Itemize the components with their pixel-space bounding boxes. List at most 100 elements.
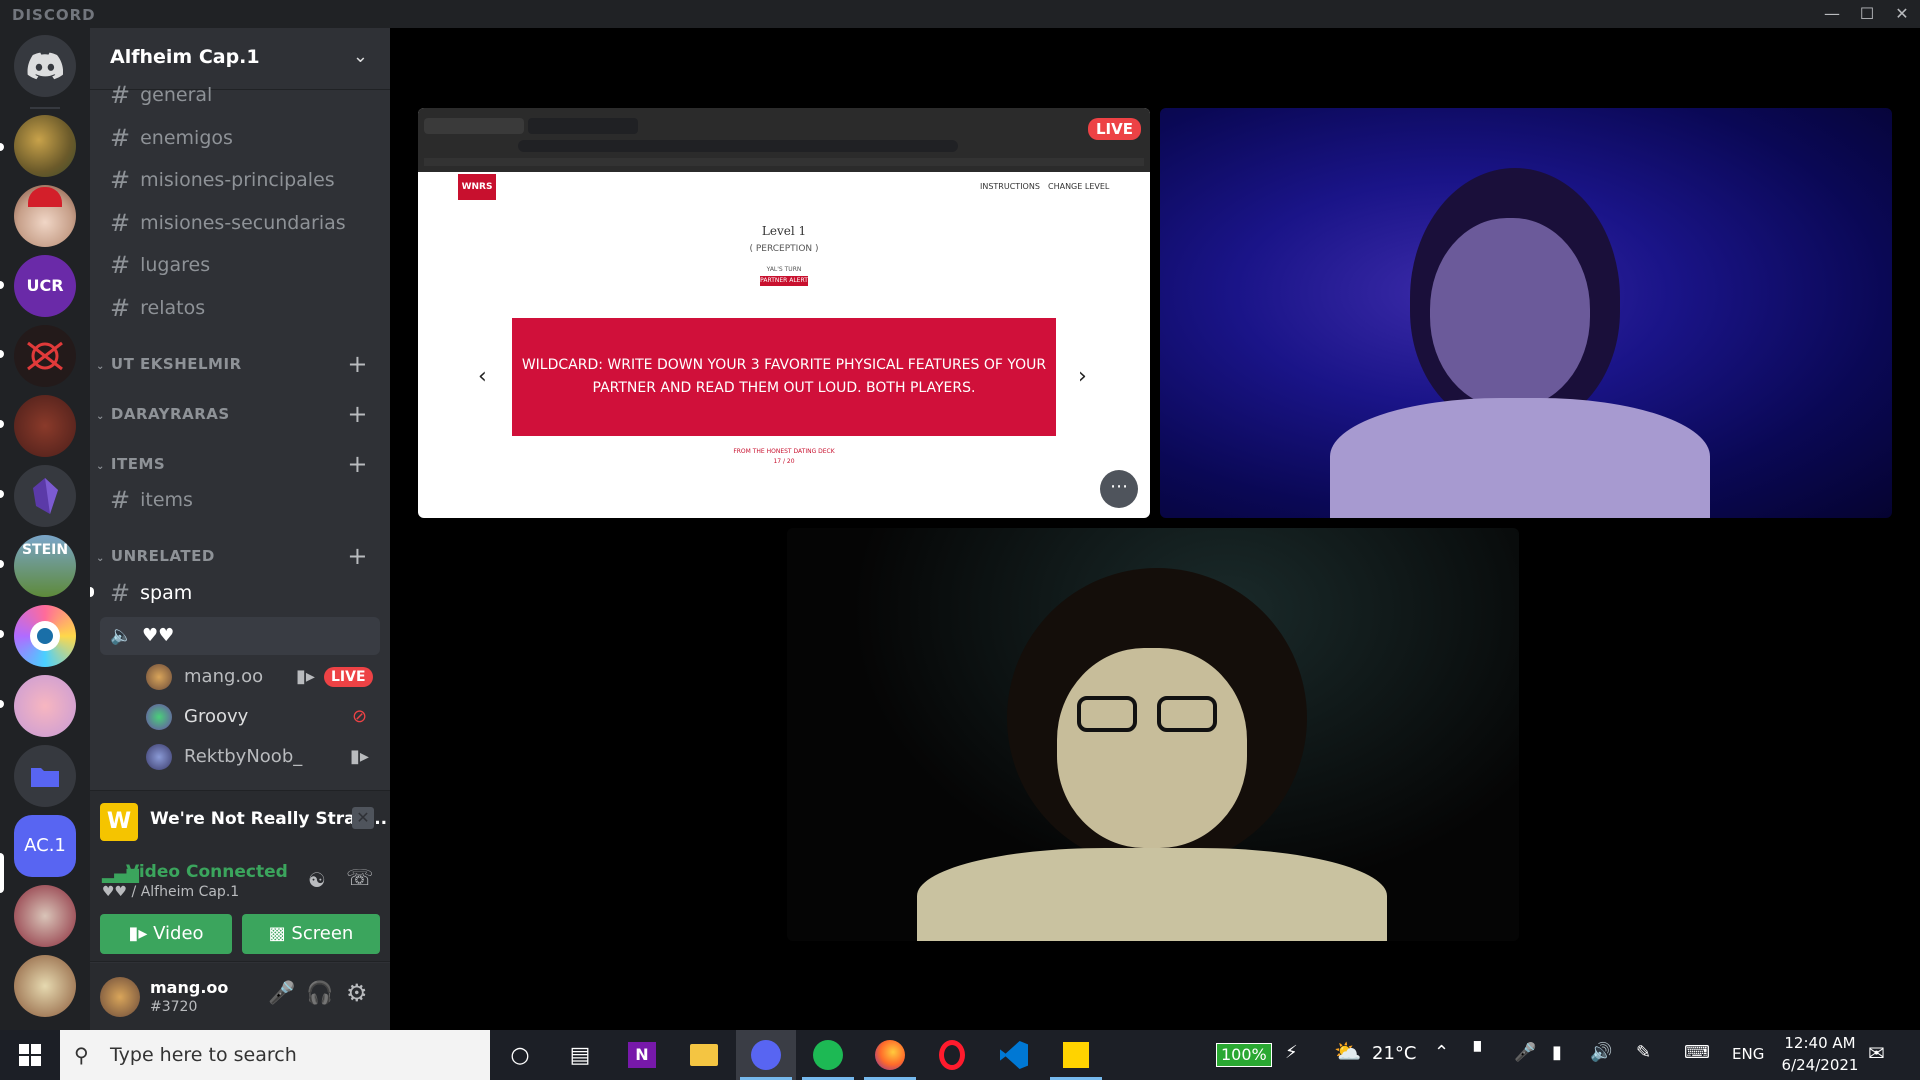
chevron-right-icon[interactable]: › (1078, 364, 1087, 389)
channel-misiones-principales[interactable]: # misiones-principales (110, 160, 380, 200)
battery-percent[interactable]: 100% (1216, 1043, 1272, 1067)
live-badge: LIVE (324, 667, 373, 687)
category-unrelated[interactable]: ⌄ UNRELATED + (96, 543, 386, 569)
battery-icon[interactable]: ▮ (1552, 1042, 1562, 1063)
server-icon-landscape[interactable] (14, 115, 76, 177)
screen-share-tile[interactable]: LIVE WNRS INSTRUCTIONS CHANGE LEVEL Leve… (418, 108, 1150, 518)
windows-start-icon[interactable] (0, 1030, 60, 1080)
channel-relatos[interactable]: # relatos (110, 288, 380, 328)
temperature[interactable]: 21°C (1372, 1043, 1416, 1064)
video-tile-rektbynoob[interactable] (787, 528, 1519, 941)
unread-pill (0, 281, 4, 289)
add-channel-icon[interactable]: + (347, 451, 368, 477)
clock-date[interactable]: 6/24/2021 (1775, 1056, 1865, 1074)
chevron-left-icon[interactable]: ‹ (478, 364, 487, 389)
server-icon-stein[interactable]: STEIN (14, 535, 76, 597)
channel-lugares[interactable]: # lugares (110, 245, 380, 285)
channel-enemigos[interactable]: # enemigos (110, 118, 380, 158)
hash-icon: # (110, 579, 131, 607)
sticky-notes-icon[interactable] (1046, 1030, 1106, 1080)
hash-icon: # (110, 209, 131, 237)
add-channel-icon[interactable]: + (347, 401, 368, 427)
chevron-down-icon[interactable]: ⌄ (353, 46, 368, 67)
onenote-icon[interactable]: N (612, 1030, 672, 1080)
chevron-down-icon: ⌄ (96, 461, 105, 472)
category-ut-ekshelmir[interactable]: ⌄ UT EKSHELMIR + (96, 351, 386, 377)
close-icon[interactable]: ✕ (352, 807, 374, 829)
avatar[interactable] (100, 977, 140, 1017)
nav-change-level[interactable]: CHANGE LEVEL (1048, 182, 1109, 191)
close-icon[interactable]: ✕ (1885, 2, 1919, 26)
file-explorer-icon[interactable] (674, 1030, 734, 1080)
connection-location: ♥♥ / Alfheim Cap.1 (102, 884, 240, 900)
server-icon-crystal[interactable] (14, 465, 76, 527)
nav-instructions[interactable]: INSTRUCTIONS (980, 182, 1040, 191)
discord-home-icon[interactable] (14, 35, 76, 97)
weather-icon[interactable]: ⛅ (1334, 1040, 1361, 1065)
video-stage: LIVE WNRS INSTRUCTIONS CHANGE LEVEL Leve… (390, 28, 1920, 1030)
voice-user[interactable]: Groovy ⊘ (146, 700, 380, 734)
user-tag: #3720 (150, 999, 198, 1015)
server-icon-anime[interactable] (14, 885, 76, 947)
discord-taskbar-icon[interactable] (736, 1030, 796, 1080)
server-icon-ucr[interactable]: UCR (14, 255, 76, 317)
voice-user[interactable]: RektbyNoob_ ▮▸ (146, 740, 380, 774)
opera-icon[interactable] (922, 1030, 982, 1080)
video-tile-groovy[interactable] (1160, 108, 1892, 518)
firefox-icon[interactable] (860, 1030, 920, 1080)
camera-icon: ▮▸ (296, 666, 315, 687)
server-icon-ac1[interactable]: AC.1 (14, 815, 76, 877)
noise-suppression-icon[interactable]: ☯ (308, 868, 326, 892)
voice-channel-hearts[interactable]: 🔈 ♥♥ (100, 617, 380, 655)
taskbar-search[interactable]: ⚲ Type here to search (60, 1030, 490, 1080)
plug-icon: ⚡ (1285, 1042, 1298, 1063)
disconnect-icon[interactable]: ☏ (346, 866, 374, 891)
card-text: WILDCARD: WRITE DOWN YOUR 3 FAVORITE PHY… (521, 357, 1047, 396)
vscode-icon[interactable] (984, 1030, 1044, 1080)
volume-icon[interactable]: 🔊 (1590, 1042, 1612, 1063)
activity-icon: W (100, 803, 138, 841)
task-view-icon[interactable]: ▤ (550, 1030, 610, 1080)
cortana-icon[interactable]: ○ (490, 1030, 550, 1080)
voice-user[interactable]: mang.oo ▮▸ LIVE (146, 660, 380, 694)
video-button[interactable]: ▮▸ Video (100, 914, 232, 954)
live-badge: LIVE (1088, 118, 1141, 140)
screen-share-button[interactable]: ▩ Screen (242, 914, 380, 954)
headphones-icon[interactable]: 🎧 (306, 981, 333, 1006)
add-channel-icon[interactable]: + (347, 543, 368, 569)
microphone-icon[interactable]: 🎤 (268, 981, 295, 1006)
category-darayraras[interactable]: ⌄ DARAYRARAS + (96, 401, 386, 427)
server-icon-badge[interactable] (14, 955, 76, 1017)
spotify-icon[interactable] (798, 1030, 858, 1080)
minimize-icon[interactable]: — (1815, 2, 1849, 26)
maximize-icon[interactable]: ☐ (1850, 2, 1884, 26)
wifi-icon[interactable]: ▘ (1474, 1042, 1488, 1063)
clock-time[interactable]: 12:40 AM (1780, 1034, 1860, 1052)
add-channel-icon[interactable]: + (347, 351, 368, 377)
avatar (146, 704, 172, 730)
activity-panel[interactable]: W We're Not Really Stran... ✕ (90, 790, 390, 852)
category-items[interactable]: ⌄ ITEMS + (96, 451, 386, 477)
server-icon-avatar[interactable] (14, 395, 76, 457)
server-icon-santa[interactable] (14, 185, 76, 247)
search-icon: ⚲ (74, 1043, 89, 1067)
pen-icon[interactable]: ✎ (1636, 1042, 1651, 1063)
chevron-up-icon[interactable]: ⌃ (1434, 1042, 1449, 1063)
channel-misiones-secundarias[interactable]: # misiones-secundarias (110, 203, 380, 243)
notification-icon[interactable]: ✉ (1868, 1041, 1885, 1065)
gear-icon[interactable]: ⚙ (346, 979, 368, 1007)
app-brand: DISCORD (12, 6, 96, 24)
server-icon-network[interactable] (14, 325, 76, 387)
more-options-icon[interactable]: ⋯ (1100, 470, 1138, 508)
folder-icon[interactable] (14, 745, 76, 807)
deafened-icon: ⊘ (352, 706, 368, 727)
channel-spam[interactable]: # spam (110, 573, 380, 613)
channel-general[interactable]: # general (110, 75, 380, 115)
server-icon-peach[interactable] (14, 675, 76, 737)
channel-items[interactable]: # items (110, 480, 380, 520)
keyboard-icon[interactable]: ⌨ (1684, 1042, 1710, 1063)
microphone-icon[interactable]: 🎤 (1514, 1042, 1536, 1063)
chevron-down-icon: ⌄ (96, 411, 105, 422)
language-indicator[interactable]: ENG (1732, 1045, 1764, 1063)
server-icon-target[interactable] (14, 605, 76, 667)
